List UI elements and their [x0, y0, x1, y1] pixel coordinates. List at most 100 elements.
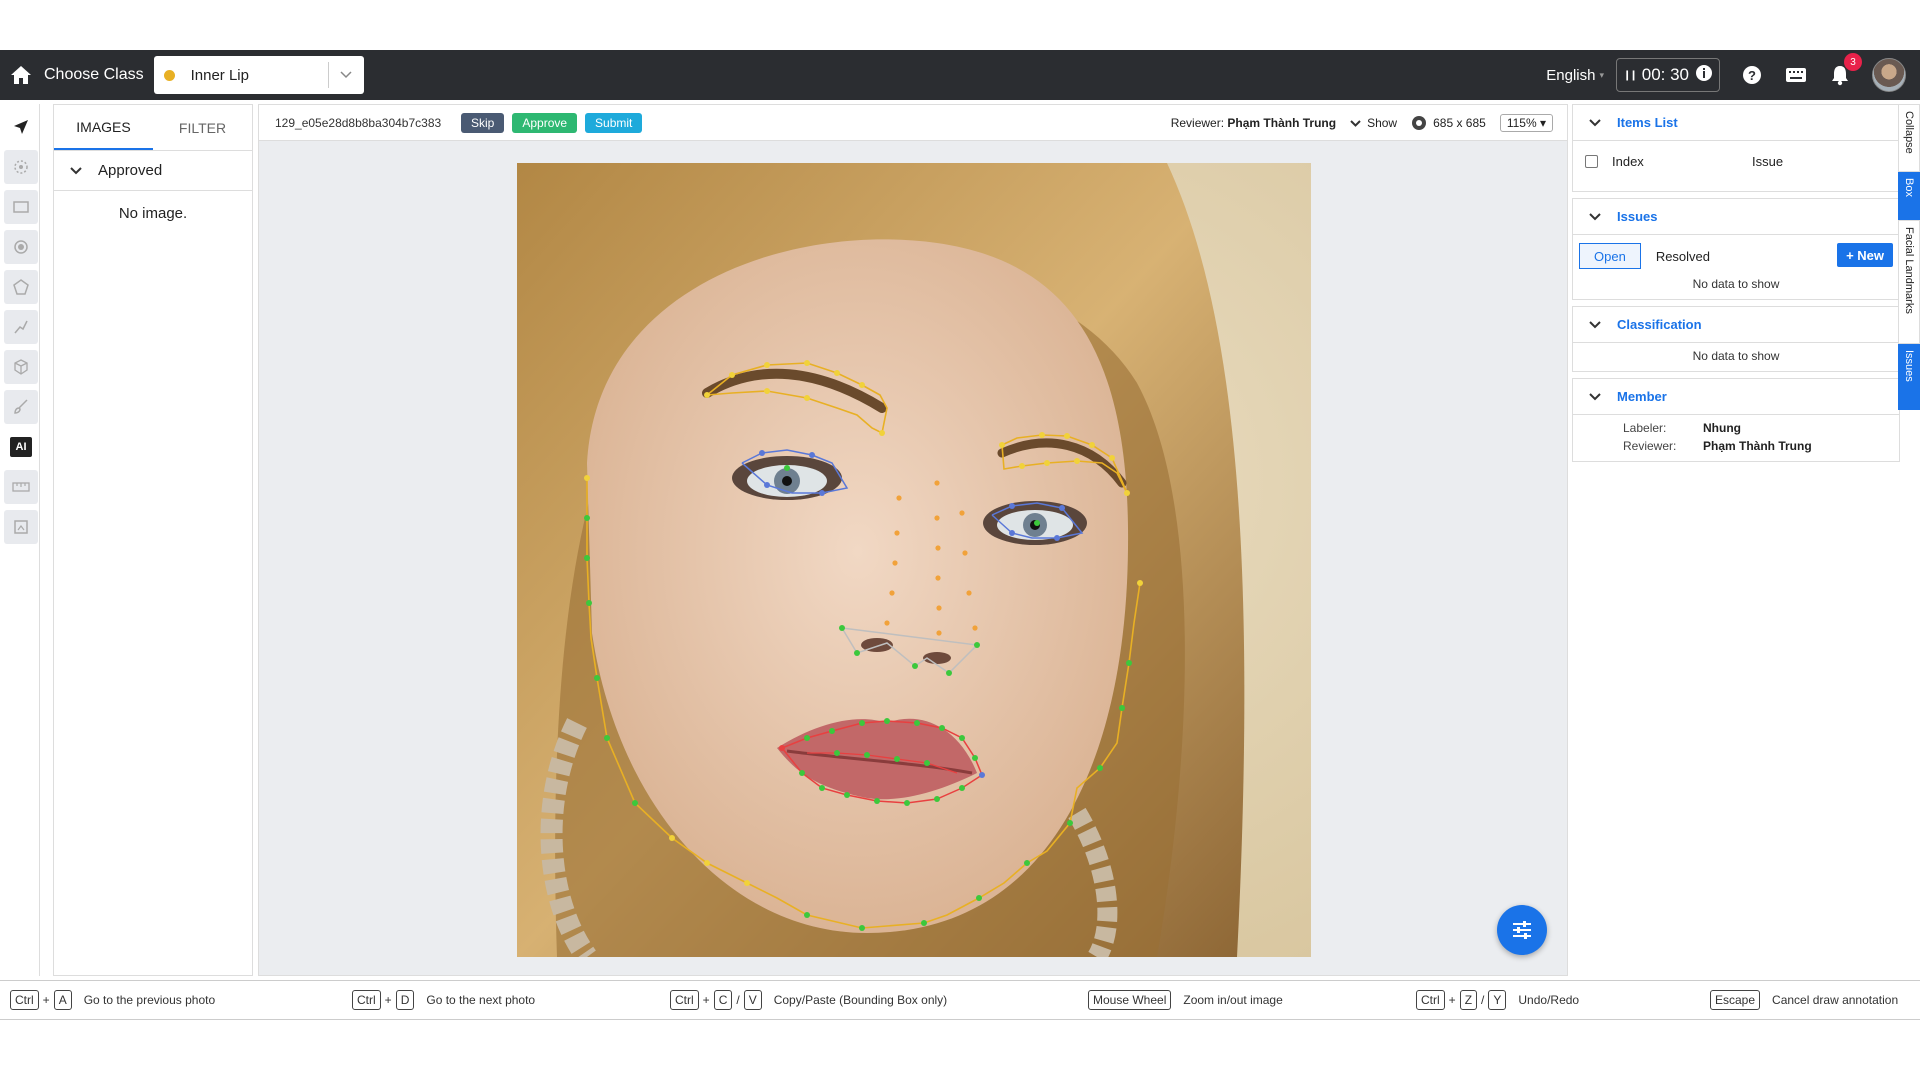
shortcut-key: Escape — [1710, 990, 1761, 1010]
shortcut-desc: Copy/Paste (Bounding Box only) — [773, 993, 948, 1007]
timer[interactable]: ❙❙ 00: 30 — [1616, 58, 1720, 92]
approved-group-label: Approved — [98, 162, 163, 179]
shortcut-undo-redo: Ctrl + Z / Y Undo/Redo — [1416, 990, 1579, 1010]
select-all-checkbox[interactable] — [1585, 154, 1598, 168]
class-select[interactable]: Inner Lip — [153, 56, 364, 94]
ai-label: AI — [10, 437, 32, 457]
skip-button[interactable]: Skip — [461, 112, 505, 133]
issue-tabs: Open Resolved + New — [1573, 235, 1899, 271]
cuboid-icon[interactable] — [4, 350, 38, 384]
polygon-icon[interactable] — [4, 270, 38, 304]
keypoint-icon[interactable] — [4, 150, 38, 184]
shortcut-key: Z — [1459, 990, 1478, 1010]
annotation-canvas-area[interactable]: 129_e05e28d8b8ba304b7c38319... Skip Appr… — [258, 104, 1568, 976]
zoom-select[interactable]: 115% ▾ — [1499, 114, 1553, 132]
no-image-text: No image. — [118, 205, 188, 222]
home-icon[interactable] — [10, 64, 32, 86]
facial-landmarks-tab[interactable]: Facial Landmarks — [1898, 220, 1920, 344]
class-select-value: Inner Lip — [190, 66, 249, 84]
shortcut-key: Y — [1488, 990, 1507, 1010]
shortcut-key: Ctrl — [670, 990, 699, 1010]
shortcut-sep: + — [42, 993, 50, 1007]
member-reviewer-value: Phạm Thành Trung — [1703, 439, 1812, 453]
top-bar: Choose Class Inner Lip English ▾ ❙❙ 00: … — [0, 50, 1920, 100]
tab-images[interactable]: IMAGES — [54, 105, 153, 150]
items-list-title: Items List — [1617, 115, 1678, 130]
issues-card: Issues Open Resolved + New No data to sh… — [1572, 198, 1900, 300]
chevron-down-icon[interactable] — [1589, 209, 1601, 224]
polyline-icon[interactable] — [4, 310, 38, 344]
issues-tab[interactable]: Issues — [1898, 344, 1920, 410]
items-list-header[interactable]: Items List — [1573, 105, 1899, 141]
side-tabs: Collapse Box Facial Landmarks Issues — [1898, 104, 1920, 424]
images-panel: IMAGES FILTER Approved No image. — [53, 104, 253, 976]
keyboard-icon[interactable] — [1784, 63, 1808, 87]
select-arrow-icon[interactable] — [4, 110, 38, 144]
issues-empty-text: No data to show — [1692, 277, 1780, 291]
ruler-icon[interactable] — [4, 470, 38, 504]
shortcut-key: Ctrl — [10, 990, 39, 1010]
member-card: Member Labeler: Nhung Reviewer: Phạm Thà… — [1572, 378, 1900, 462]
svg-text:?: ? — [1748, 68, 1756, 83]
tab-open[interactable]: Open — [1579, 243, 1641, 269]
shortcut-key: Ctrl — [1416, 990, 1445, 1010]
column-issue: Issue — [1752, 153, 1784, 169]
top-right-controls: English ▾ ❙❙ 00: 30 ? 3 — [1546, 50, 1920, 100]
classification-title: Classification — [1617, 317, 1702, 332]
reviewer-row: Reviewer: Phạm Thành Trung — [1573, 437, 1899, 455]
rectangle-icon[interactable] — [4, 190, 38, 224]
classification-empty-text: No data to show — [1692, 349, 1780, 363]
tab-filter[interactable]: FILTER — [153, 105, 252, 150]
show-toggle[interactable]: Show — [1350, 116, 1397, 130]
chevron-down-icon[interactable] — [327, 62, 364, 88]
avatar[interactable] — [1872, 58, 1906, 92]
shortcut-zoom: Mouse Wheel Zoom in/out image — [1088, 990, 1283, 1010]
file-name: 129_e05e28d8b8ba304b7c38319... — [275, 115, 441, 130]
info-icon[interactable] — [1695, 64, 1713, 87]
point-icon[interactable] — [4, 230, 38, 264]
zoom-value: 115% — [1506, 116, 1537, 130]
pause-icon[interactable]: ❙❙ — [1623, 70, 1638, 81]
settings-sliders-button[interactable] — [1497, 905, 1547, 955]
app-window: Choose Class Inner Lip English ▾ ❙❙ 00: … — [0, 0, 1920, 1080]
image-size-value: 685 x 685 — [1433, 116, 1486, 130]
shortcut-cancel-draw: Escape Cancel draw annotation — [1710, 990, 1898, 1010]
help-icon[interactable]: ? — [1740, 63, 1764, 87]
sliders-icon — [1513, 921, 1531, 939]
shortcut-desc: Zoom in/out image — [1183, 993, 1283, 1007]
annotated-face-image[interactable] — [517, 163, 1311, 957]
classification-header[interactable]: Classification — [1573, 307, 1899, 343]
collapse-tab[interactable]: Collapse — [1898, 104, 1920, 172]
chevron-down-icon[interactable] — [1589, 389, 1601, 404]
notification-badge: 3 — [1844, 53, 1862, 71]
notification-bell-icon[interactable]: 3 — [1828, 53, 1862, 87]
member-title: Member — [1617, 389, 1667, 404]
frame-icon[interactable] — [4, 510, 38, 544]
submit-button[interactable]: Submit — [585, 112, 643, 133]
right-panel: Items List Index Issue Issues Open Resol… — [1572, 104, 1900, 976]
shortcut-sep: / — [1481, 993, 1485, 1007]
caret-down-icon: ▾ — [1599, 69, 1604, 80]
language-select[interactable]: English ▾ — [1546, 67, 1604, 84]
issues-title: Issues — [1617, 209, 1658, 224]
new-issue-button[interactable]: + New — [1837, 243, 1893, 267]
approved-group-header[interactable]: Approved — [54, 151, 252, 191]
language-value: English — [1546, 66, 1596, 84]
chevron-down-icon[interactable] — [1589, 317, 1601, 332]
chevron-down-icon[interactable] — [70, 162, 82, 179]
approve-button[interactable]: Approve — [512, 112, 578, 133]
issues-header[interactable]: Issues — [1573, 199, 1899, 235]
member-reviewer-key: Reviewer: — [1623, 439, 1677, 453]
shortcut-next-photo: Ctrl + D Go to the next photo — [352, 990, 535, 1010]
chevron-down-icon[interactable] — [1589, 115, 1601, 130]
shortcut-sep: + — [702, 993, 710, 1007]
box-tab[interactable]: Box — [1898, 172, 1920, 220]
shortcut-key: C — [713, 990, 733, 1010]
canvas-toolbar-right: Reviewer: Phạm Thành Trung Show 685 x 68… — [1171, 105, 1553, 141]
member-header[interactable]: Member — [1573, 379, 1899, 415]
shortcut-previous-photo: Ctrl + A Go to the previous photo — [10, 990, 215, 1010]
tab-resolved[interactable]: Resolved — [1641, 243, 1725, 269]
brush-icon[interactable] — [4, 390, 38, 424]
timer-value: 00: 30 — [1641, 65, 1690, 84]
ai-icon[interactable]: AI — [4, 430, 38, 464]
